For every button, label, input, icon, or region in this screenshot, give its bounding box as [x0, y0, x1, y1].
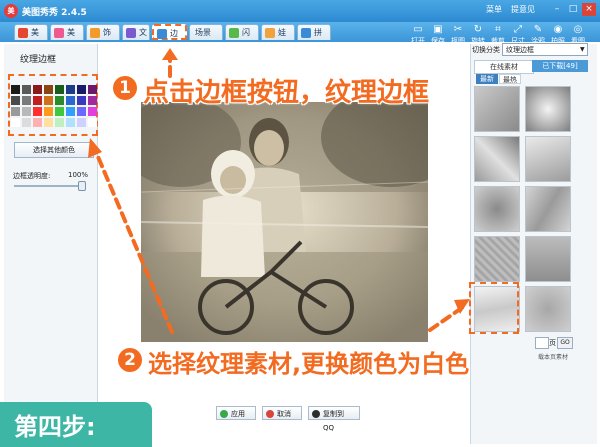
- step-label: 第四步:: [14, 413, 96, 441]
- arrowhead-swatches: [88, 138, 102, 158]
- step2-text: 选择纹理素材,更换颜色为白色: [148, 350, 470, 378]
- step1-text: 点击边框按钮，纹理边框: [143, 78, 430, 108]
- arrowhead-frame: [162, 48, 178, 60]
- arrow-to-swatches: [94, 150, 174, 334]
- annotation-arrows: [88, 48, 470, 334]
- step2-badge: 2: [118, 348, 142, 372]
- step1-badge: 1: [113, 76, 137, 100]
